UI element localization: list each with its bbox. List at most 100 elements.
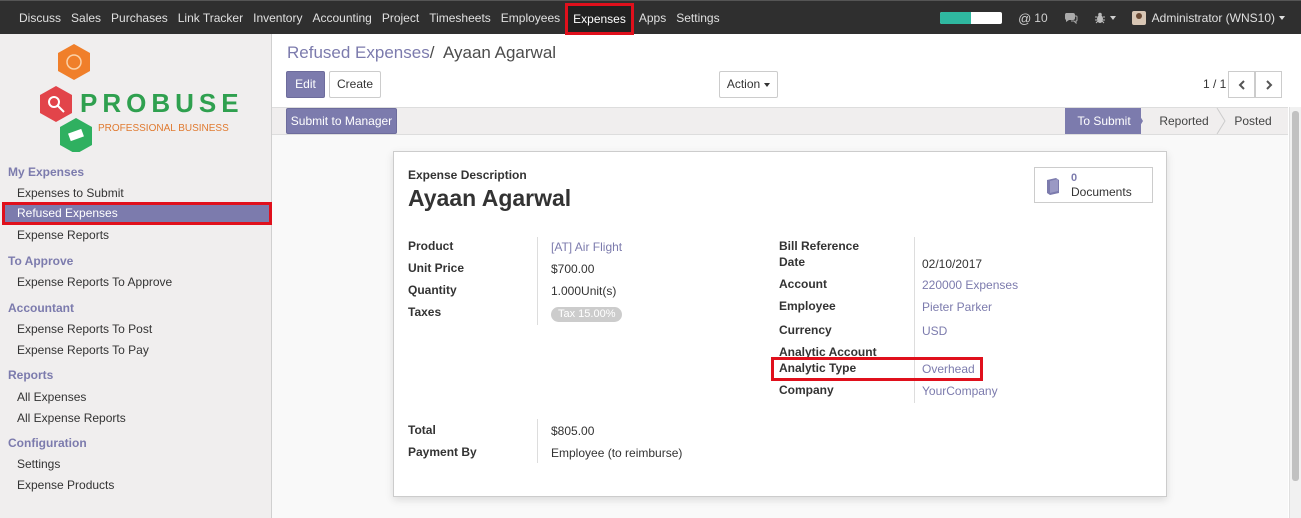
main-content: Refused Expenses/ Ayaan Agarwal Edit Cre… <box>272 34 1301 518</box>
menu-timesheets[interactable]: Timesheets <box>424 1 496 35</box>
currency-value[interactable]: USD <box>922 324 947 338</box>
scrollbar[interactable] <box>1289 107 1301 518</box>
total-value: $805.00 <box>551 424 595 438</box>
menu-project[interactable]: Project <box>377 1 424 35</box>
breadcrumb-current: Ayaan Agarwal <box>442 43 557 62</box>
submit-to-manager-button[interactable]: Submit to Manager <box>286 108 397 134</box>
debug-bug-icon[interactable] <box>1094 12 1116 24</box>
unit-price-label: Unit Price <box>408 261 465 275</box>
employee-value[interactable]: Pieter Parker <box>922 300 992 314</box>
sidebar-item-all-expenses[interactable]: All Expenses <box>17 390 86 404</box>
action-dropdown[interactable]: Action <box>719 71 778 98</box>
stage-to-submit[interactable]: To Submit <box>1067 108 1141 134</box>
taxes-label: Taxes <box>408 305 442 319</box>
menu-expenses[interactable]: Expenses <box>565 2 634 35</box>
menu-link-tracker[interactable]: Link Tracker <box>173 1 248 35</box>
create-button[interactable]: Create <box>329 71 381 98</box>
menu-discuss[interactable]: Discuss <box>14 1 66 35</box>
pager-previous-button[interactable] <box>1228 71 1255 98</box>
user-name: Administrator (WNS10) <box>1151 11 1275 25</box>
pager-next-button[interactable] <box>1255 71 1282 98</box>
company-label: Company <box>779 383 834 397</box>
breadcrumb-parent[interactable]: Refused Expenses <box>287 43 430 62</box>
breadcrumb: Refused Expenses/ Ayaan Agarwal <box>287 43 556 63</box>
sidebar-item-expense-reports-to-approve[interactable]: Expense Reports To Approve <box>17 275 172 289</box>
expense-title[interactable]: Ayaan Agarwal <box>408 185 571 212</box>
section-my-expenses: My Expenses <box>8 165 85 179</box>
edit-button[interactable]: Edit <box>286 71 325 98</box>
date-label: Date <box>779 255 806 269</box>
total-label: Total <box>408 423 436 437</box>
menu-apps[interactable]: Apps <box>634 1 671 35</box>
top-navbar: Discuss Sales Purchases Link Tracker Inv… <box>0 0 1301 35</box>
product-label: Product <box>408 239 454 253</box>
user-menu[interactable]: Administrator (WNS10) <box>1131 11 1285 25</box>
unit-price-value: $700.00 <box>551 262 595 276</box>
progress-fill <box>940 12 972 24</box>
menu-employees[interactable]: Employees <box>496 1 565 35</box>
expense-form-sheet: Expense Description Ayaan Agarwal 0 Docu… <box>393 151 1167 497</box>
stage-posted[interactable]: Posted <box>1228 108 1278 134</box>
sidebar-item-all-expense-reports[interactable]: All Expense Reports <box>17 411 126 425</box>
company-value[interactable]: YourCompany <box>922 384 998 398</box>
documents-count: 0 <box>1071 172 1078 184</box>
documents-button[interactable]: 0 Documents <box>1034 167 1153 203</box>
chevron-down-icon <box>1109 16 1116 20</box>
sidebar-item-expense-reports-to-pay[interactable]: Expense Reports To Pay <box>17 343 149 357</box>
sidebar-item-expenses-to-submit[interactable]: Expenses to Submit <box>17 186 124 200</box>
chevron-left-icon <box>1238 79 1245 90</box>
svg-text:PROFESSIONAL BUSINESS: PROFESSIONAL BUSINESS <box>98 123 229 134</box>
menu-settings[interactable]: Settings <box>671 1 724 35</box>
analytic-type-label: Analytic Type <box>779 361 857 375</box>
account-label: Account <box>779 277 827 291</box>
section-to-approve: To Approve <box>8 254 74 268</box>
menu-sales[interactable]: Sales <box>66 1 106 35</box>
sidebar-item-expense-reports[interactable]: Expense Reports <box>17 228 109 242</box>
payment-by-label: Payment By <box>408 445 477 459</box>
svg-text:PROBUSE: PROBUSE <box>80 88 244 118</box>
left-column-separator <box>537 237 538 325</box>
at-icon: @ <box>1018 10 1032 26</box>
currency-label: Currency <box>779 323 832 337</box>
chevron-down-icon <box>1279 16 1285 20</box>
sidebar-item-settings[interactable]: Settings <box>17 457 60 471</box>
stage-reported[interactable]: Reported <box>1148 108 1220 134</box>
payment-by-value: Employee (to reimburse) <box>551 446 683 460</box>
menu-accounting[interactable]: Accounting <box>307 1 376 35</box>
bottom-column-separator <box>537 419 538 463</box>
company-logo: PROBUSE PROFESSIONAL BUSINESS <box>36 42 246 154</box>
main-menu: Discuss Sales Purchases Link Tracker Inv… <box>14 1 725 35</box>
status-bar: Submit to Manager To Submit Reported Pos… <box>272 107 1288 135</box>
section-accountant: Accountant <box>8 301 74 315</box>
section-reports: Reports <box>8 368 54 382</box>
documents-label: Documents <box>1071 185 1132 199</box>
analytic-type-value[interactable]: Overhead <box>922 362 975 376</box>
employee-label: Employee <box>779 299 836 313</box>
tax-tag: Tax 15.00% <box>551 307 623 322</box>
product-value[interactable]: [AT] Air Flight <box>551 240 622 254</box>
sidebar-item-expense-products[interactable]: Expense Products <box>17 478 114 492</box>
sidebar: PROBUSE PROFESSIONAL BUSINESS My Expense… <box>0 34 272 518</box>
chevron-down-icon <box>764 82 771 87</box>
bill-reference-label: Bill Reference <box>779 239 860 253</box>
expense-description-label: Expense Description <box>408 168 527 182</box>
pager-counter[interactable]: 1 / 1 <box>1203 77 1226 91</box>
menu-purchases[interactable]: Purchases <box>106 1 173 35</box>
quantity-value: 1.000Unit(s) <box>551 284 617 298</box>
section-configuration: Configuration <box>8 436 87 450</box>
chat-icon[interactable] <box>1064 12 1078 24</box>
chevron-right-icon <box>1265 79 1272 90</box>
account-value[interactable]: 220000 Expenses <box>922 278 1018 292</box>
onboarding-progress-bar[interactable] <box>940 12 1003 24</box>
scrollbar-thumb[interactable] <box>1292 111 1299 481</box>
action-label: Action <box>726 77 761 91</box>
date-value: 02/10/2017 <box>922 257 983 271</box>
mentions-indicator[interactable]: @ 10 <box>1018 11 1048 26</box>
sidebar-item-refused-expenses[interactable]: Refused Expenses <box>2 202 272 225</box>
mentions-count: 10 <box>1034 11 1048 25</box>
menu-inventory[interactable]: Inventory <box>248 1 307 35</box>
navbar-right: @ 10 Administrator (WNS10) <box>940 1 1301 35</box>
sidebar-item-expense-reports-to-post[interactable]: Expense Reports To Post <box>17 322 152 336</box>
book-icon <box>1047 178 1059 195</box>
quantity-label: Quantity <box>408 283 457 297</box>
